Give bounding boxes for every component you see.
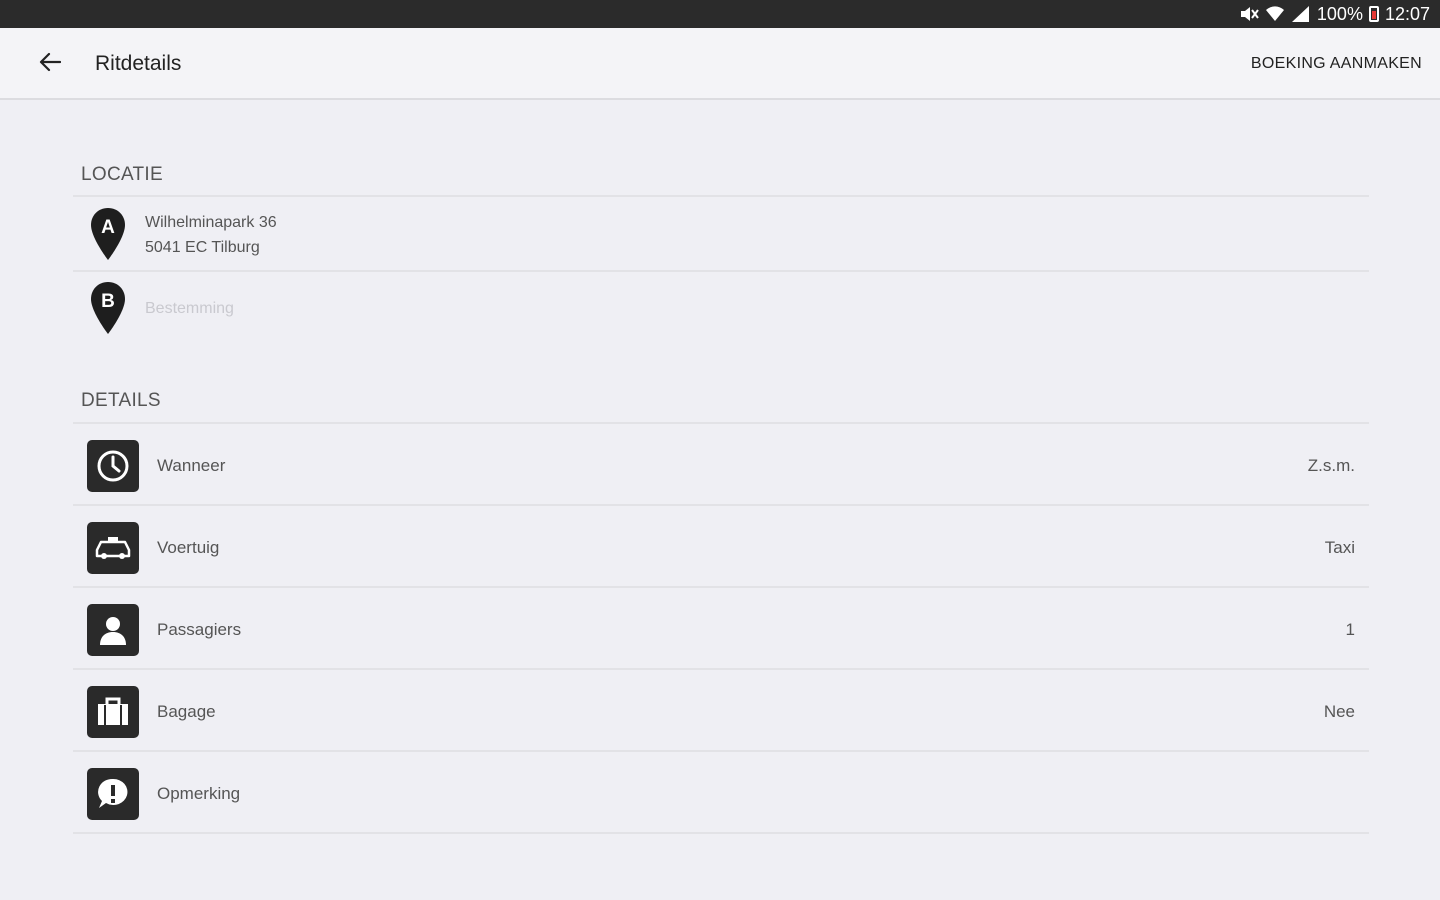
car-icon (87, 522, 139, 574)
app-bar: Ritdetails BOEKING AANMAKEN (0, 28, 1440, 100)
page-title: Ritdetails (95, 52, 182, 75)
detail-row-luggage[interactable]: Bagage Nee (73, 670, 1369, 750)
pin-b-letter: B (101, 291, 115, 312)
create-booking-button[interactable]: BOEKING AANMAKEN (1251, 55, 1422, 73)
comment-icon (87, 768, 139, 820)
pin-a-letter: A (101, 217, 115, 238)
back-button[interactable] (34, 46, 66, 78)
detail-row-comment[interactable]: Opmerking (73, 752, 1369, 832)
mute-icon (1239, 5, 1259, 23)
battery-percentage: 100% (1316, 3, 1363, 24)
wifi-icon (1265, 5, 1285, 23)
detail-label-comment: Opmerking (157, 784, 241, 803)
status-bar: 100% 12:07 (0, 0, 1440, 28)
person-icon (87, 604, 139, 656)
detail-value-vehicle: Taxi (1324, 538, 1355, 557)
luggage-icon (87, 686, 139, 738)
signal-icon (1291, 5, 1311, 23)
detail-label-when: Wanneer (157, 456, 226, 475)
pickup-address-line1: Wilhelminapark 36 (145, 214, 277, 231)
detail-value-passengers: 1 (1345, 620, 1355, 639)
destination-placeholder: Bestemming (145, 300, 234, 317)
detail-label-luggage: Bagage (157, 702, 216, 721)
detail-label-passengers: Passagiers (157, 620, 242, 639)
pickup-address-line2: 5041 EC Tilburg (145, 239, 260, 256)
arrow-back-icon (39, 52, 61, 72)
detail-value-luggage: Nee (1323, 702, 1355, 721)
pickup-location-row[interactable]: A Wilhelminapark 36 5041 EC Tilburg (73, 197, 1369, 270)
divider (73, 832, 1369, 834)
pin-b-icon: B (91, 282, 125, 334)
clock-time: 12:07 (1384, 3, 1430, 24)
battery-icon (1368, 6, 1379, 22)
detail-row-when[interactable]: Wanneer Z.s.m. (73, 424, 1369, 504)
destination-location-row[interactable]: B Bestemming (73, 272, 1369, 342)
detail-value-when: Z.s.m. (1307, 456, 1355, 475)
pin-a-icon: A (91, 208, 125, 260)
details-section-title: DETAILS (81, 390, 161, 411)
location-section-title: LOCATIE (81, 164, 163, 185)
detail-row-passengers[interactable]: Passagiers 1 (73, 588, 1369, 668)
clock-icon (87, 440, 139, 492)
detail-row-vehicle[interactable]: Voertuig Taxi (73, 506, 1369, 586)
detail-label-vehicle: Voertuig (157, 538, 220, 557)
